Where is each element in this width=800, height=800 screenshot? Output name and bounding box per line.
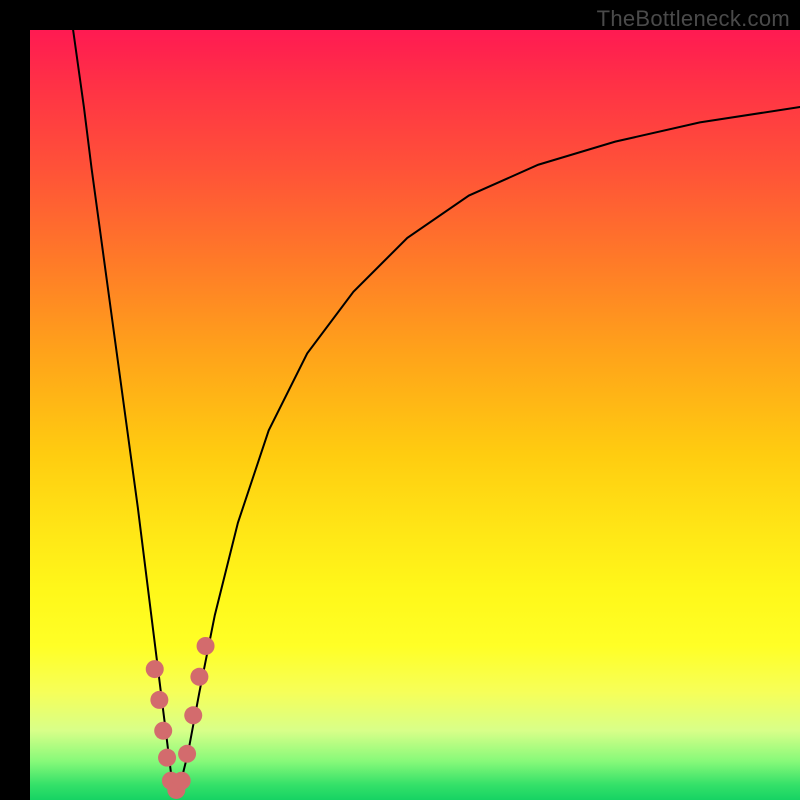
chart-svg bbox=[30, 30, 800, 800]
marker-group bbox=[146, 637, 215, 799]
marker-dot bbox=[190, 668, 208, 686]
curve-right-branch bbox=[180, 107, 800, 785]
marker-dot bbox=[173, 772, 191, 790]
watermark-text: TheBottleneck.com bbox=[597, 6, 790, 32]
marker-dot bbox=[184, 706, 202, 724]
marker-dot bbox=[178, 745, 196, 763]
chart-frame: TheBottleneck.com bbox=[0, 0, 800, 800]
marker-dot bbox=[146, 660, 164, 678]
marker-dot bbox=[197, 637, 215, 655]
marker-dot bbox=[158, 749, 176, 767]
marker-dot bbox=[150, 691, 168, 709]
marker-dot bbox=[154, 722, 172, 740]
plot-area bbox=[30, 30, 800, 800]
